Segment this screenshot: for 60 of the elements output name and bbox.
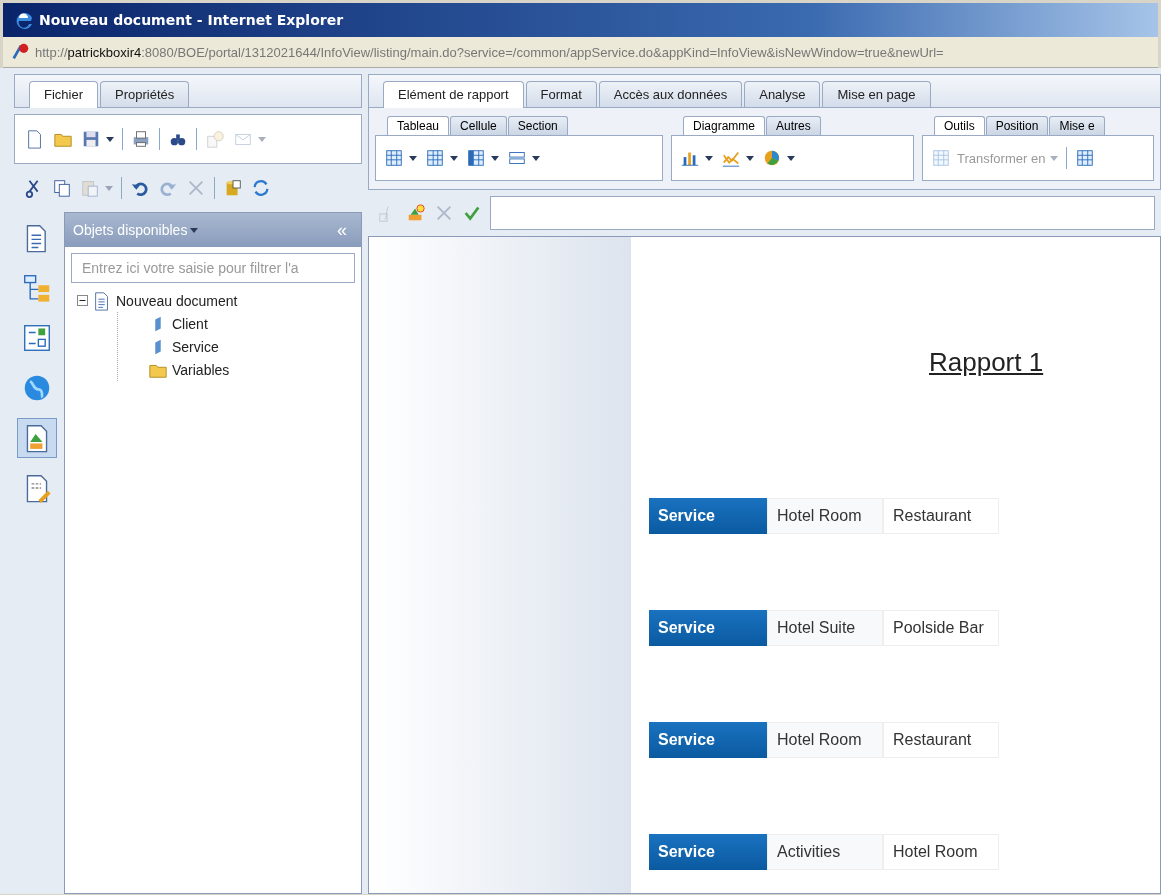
table-cell: Activities — [767, 834, 883, 870]
page-warning-icon — [11, 42, 31, 62]
header-cell: Service — [649, 722, 767, 758]
tab[interactable]: Position — [985, 116, 1049, 135]
table-icon[interactable] — [384, 148, 404, 168]
tab[interactable]: Propriétés — [100, 81, 190, 107]
tab[interactable]: Fichier — [29, 81, 98, 108]
tree-item[interactable]: Nouveau document — [116, 292, 238, 309]
floppy-icon[interactable] — [81, 129, 101, 149]
pie-chart-icon[interactable] — [762, 148, 782, 168]
side-button[interactable] — [17, 418, 57, 458]
collapse-toggle-icon[interactable] — [77, 295, 88, 306]
table-icon[interactable] — [1075, 148, 1096, 168]
table-cell: Hotel Room — [767, 498, 883, 534]
table-cell: Poolside Bar — [883, 610, 999, 646]
tab[interactable]: Cellule — [450, 116, 507, 135]
tab[interactable]: Tableau — [387, 116, 450, 135]
table-cell: Hotel Suite — [767, 610, 883, 646]
tab[interactable]: Analyse — [744, 81, 821, 107]
tree-item[interactable]: Variables — [172, 361, 230, 378]
copy-icon[interactable] — [52, 178, 72, 198]
filter-field[interactable]: Entrez ici votre saisie pour filtrer l'a — [71, 253, 355, 283]
caret-icon[interactable] — [409, 155, 417, 161]
hierarchy-icon — [22, 273, 52, 303]
caret-icon[interactable] — [532, 155, 540, 161]
table-cell: Restaurant — [883, 722, 999, 758]
tab[interactable]: Format — [525, 81, 597, 107]
variable-icon[interactable] — [406, 203, 426, 223]
printer-icon[interactable] — [131, 129, 151, 149]
tab[interactable]: Accès aux données — [598, 81, 743, 107]
caret-icon[interactable] — [491, 155, 499, 161]
table-cell: Restaurant — [883, 498, 999, 534]
columns-icon[interactable] — [425, 148, 445, 168]
tree-item[interactable]: Service — [172, 338, 219, 355]
table-cell: Hotel Room — [883, 834, 999, 870]
caret-icon[interactable] — [106, 136, 114, 142]
tab[interactable]: Section — [507, 116, 568, 135]
caret-icon[interactable] — [746, 155, 754, 161]
globe-icon — [22, 373, 52, 403]
checklist-icon — [22, 323, 52, 353]
tab[interactable]: Autres — [766, 116, 821, 135]
header-cell: Service — [649, 610, 767, 646]
crosstab-icon[interactable] — [466, 148, 486, 168]
report-title: Rapport 1 — [929, 347, 1044, 378]
header-cell: Service — [649, 498, 767, 534]
tree-item[interactable]: Client — [172, 315, 208, 332]
caret-icon[interactable] — [190, 227, 199, 233]
caret-icon[interactable] — [705, 155, 713, 161]
formula-field[interactable] — [490, 196, 1155, 230]
table-cell: Hotel Room — [767, 722, 883, 758]
caret-icon[interactable] — [450, 155, 458, 161]
tab[interactable]: Outils — [934, 116, 985, 135]
tab[interactable]: Elément de rapport — [383, 81, 524, 108]
tab[interactable]: Mise e — [1049, 116, 1105, 135]
window-title: Nouveau document - Internet Explorer — [39, 12, 344, 28]
tab[interactable]: Mise en page — [822, 81, 931, 107]
caret-icon[interactable] — [787, 155, 795, 161]
refresh-icon[interactable] — [251, 178, 271, 198]
header-cell: Service — [649, 834, 767, 870]
tab[interactable]: Diagramme — [683, 116, 765, 135]
